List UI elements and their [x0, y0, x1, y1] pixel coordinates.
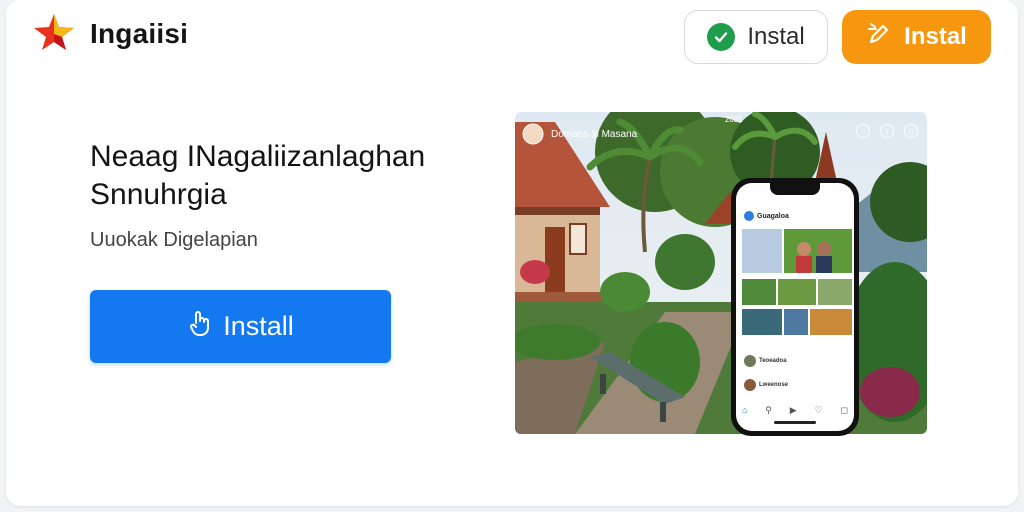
clock-icon[interactable]: ◷	[904, 124, 918, 138]
instal-primary-button[interactable]: Instal	[842, 10, 991, 64]
photo-caption: Domaos §i Masana	[551, 129, 638, 140]
hand-tap-icon	[187, 309, 213, 344]
title-line-1: Neaag INagaliizanlaghan	[90, 140, 426, 173]
brand-name: Ingaiisi	[90, 18, 189, 49]
home-indicator	[774, 421, 816, 424]
page-subtitle: Uuokak Digelapian	[90, 229, 258, 251]
title-line-2: Snnuhrgia	[90, 178, 227, 211]
phone-list-label-2: Lweenose	[759, 382, 789, 388]
edit-icon	[866, 21, 892, 54]
phone-avatar	[744, 211, 754, 221]
photo-number: 2021	[725, 115, 743, 124]
instal-secondary-button[interactable]: Instal	[684, 10, 828, 64]
bag-icon[interactable]: ◻	[840, 405, 847, 416]
logo-icon	[34, 14, 74, 50]
install-button-label: Install	[223, 311, 294, 341]
phone-list-item[interactable]: Teoeadoa	[744, 355, 787, 367]
play-icon[interactable]: ▶	[790, 405, 797, 416]
phone-list-label-1: Teoeadoa	[759, 358, 787, 364]
phone-mockup: Guagaloa Teoeadoa Lweenose ⌂ ⚲ ▶ ♡ ◻	[731, 178, 859, 436]
check-circle-icon	[707, 23, 736, 51]
page-title: Neaag INagaliizanlaghan Snnuhrgia	[90, 138, 425, 214]
hero-photo: Domaos §i Masana 2021	[515, 112, 927, 434]
photo-grid[interactable]	[742, 229, 852, 343]
phone-screen: Guagaloa Teoeadoa Lweenose ⌂ ⚲ ▶ ♡ ◻	[736, 183, 854, 431]
heart-icon[interactable]: ♡	[815, 405, 823, 416]
phone-tab-bar: ⌂ ⚲ ▶ ♡ ◻	[742, 405, 848, 416]
install-button[interactable]: Install	[90, 290, 391, 363]
home-icon[interactable]: ⌂	[742, 405, 747, 416]
search-icon[interactable]: ○	[856, 124, 870, 138]
phone-list-item[interactable]: Lweenose	[744, 379, 788, 391]
search-icon[interactable]: ⚲	[765, 405, 772, 416]
instal-secondary-label: Instal	[747, 23, 805, 50]
instal-primary-label: Instal	[904, 23, 967, 50]
phone-header-label: Guagaloa	[757, 212, 789, 220]
phone-header: Guagaloa	[744, 211, 789, 221]
info-icon[interactable]: i	[880, 124, 894, 138]
